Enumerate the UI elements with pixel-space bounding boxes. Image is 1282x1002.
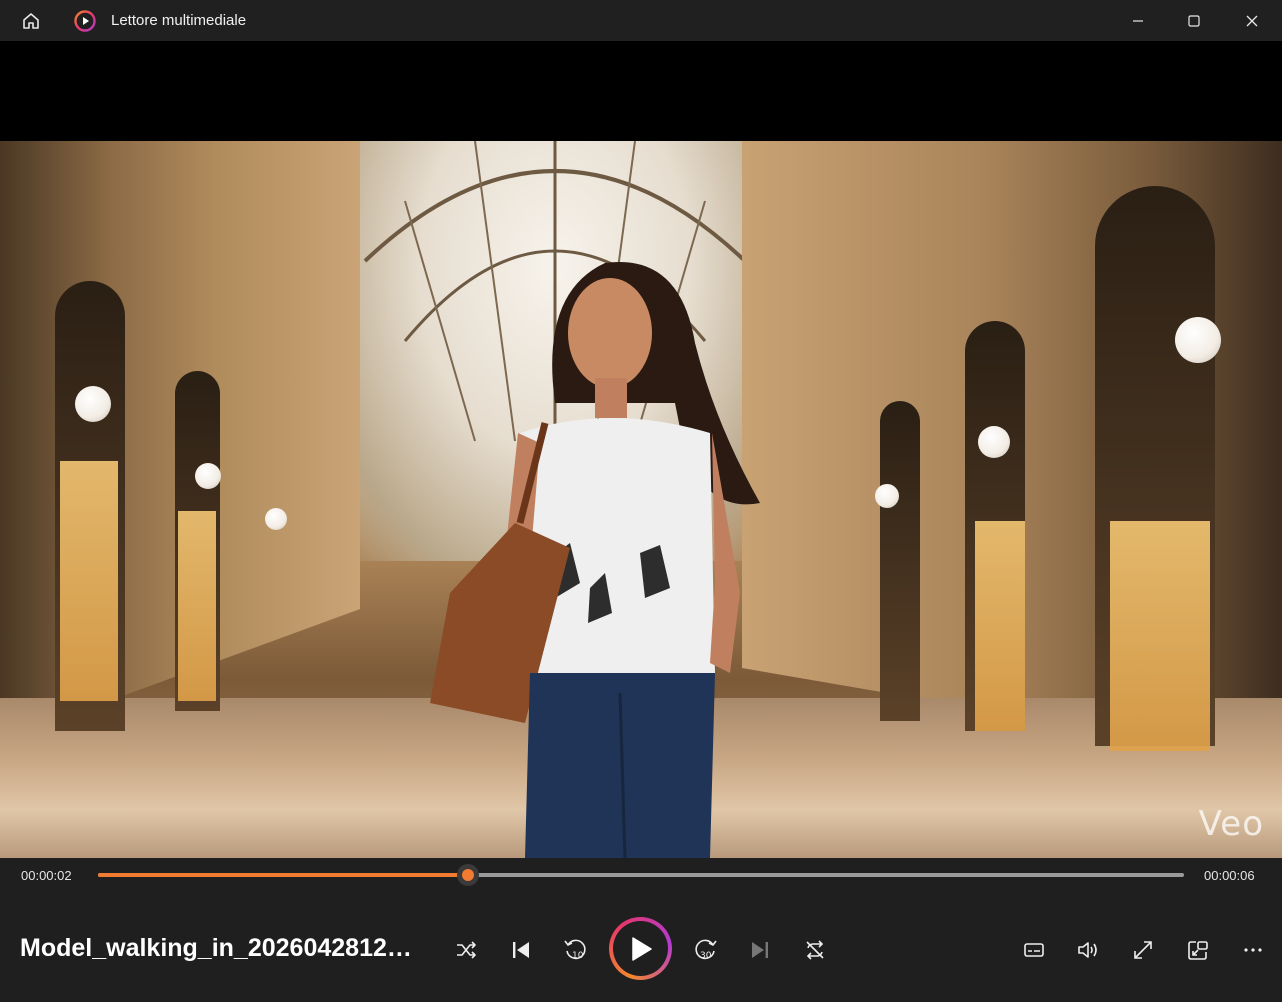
globe-lamp — [195, 463, 221, 489]
forward-label: 30 — [700, 951, 712, 961]
forward-30-button[interactable]: 30 — [687, 932, 723, 968]
window-title: Lettore multimediale — [111, 12, 247, 29]
volume-button[interactable] — [1070, 932, 1106, 968]
fullscreen-button[interactable] — [1125, 932, 1161, 968]
globe-lamp — [875, 484, 899, 508]
home-icon — [23, 13, 39, 29]
rewind-label: 10 — [572, 951, 584, 961]
globe-lamp — [265, 508, 287, 530]
file-name: Model_walking_in_202604281242... — [20, 934, 420, 962]
title-bar: Lettore multimediale — [0, 0, 1282, 41]
play-button-inner — [613, 921, 668, 976]
repeat-off-icon — [806, 940, 824, 960]
maximize-icon — [1188, 14, 1200, 27]
walking-woman — [430, 262, 760, 858]
previous-button[interactable] — [503, 932, 539, 968]
mini-player-icon — [1188, 941, 1208, 960]
volume-icon — [1078, 942, 1097, 958]
globe-lamp — [1175, 317, 1221, 363]
globe-lamp — [978, 426, 1010, 458]
home-button[interactable] — [14, 8, 48, 34]
maximize-button[interactable] — [1166, 0, 1222, 41]
subtitles-button[interactable] — [1016, 932, 1052, 968]
shuffle-button[interactable] — [448, 932, 484, 968]
video-frame: Veo — [0, 141, 1282, 858]
next-icon — [752, 942, 768, 958]
fullscreen-icon — [1134, 941, 1152, 959]
previous-icon — [513, 942, 529, 958]
shuffle-icon — [457, 941, 476, 959]
mini-player-button[interactable] — [1180, 932, 1216, 968]
forward-30-icon: 30 — [695, 939, 717, 961]
more-button[interactable] — [1235, 932, 1271, 968]
seek-bar[interactable] — [98, 864, 1184, 886]
globe-lamp — [75, 386, 111, 422]
right-arch — [880, 401, 920, 721]
right-shop-window — [1110, 521, 1210, 751]
seek-thumb[interactable] — [457, 864, 480, 886]
current-time: 00:00:02 — [21, 868, 72, 883]
duration-time: 00:00:06 — [1204, 868, 1255, 883]
repeat-button[interactable] — [797, 932, 833, 968]
play-icon — [631, 936, 652, 961]
video-area[interactable]: Veo — [0, 41, 1282, 858]
close-icon — [1246, 15, 1258, 26]
next-button[interactable] — [742, 932, 778, 968]
seek-progress — [98, 873, 469, 877]
subtitles-icon — [1024, 943, 1044, 957]
video-watermark: Veo — [1198, 804, 1264, 844]
close-button[interactable] — [1224, 0, 1280, 41]
rewind-10-icon: 10 — [564, 939, 586, 961]
playback-controls: 00:00:02 00:00:06 Model_walking_in_20260… — [0, 858, 1282, 1002]
minimize-button[interactable] — [1110, 0, 1166, 41]
left-shop-window — [60, 461, 118, 701]
right-shop-window — [975, 521, 1025, 731]
media-player-icon — [74, 10, 96, 32]
rewind-10-button[interactable]: 10 — [558, 932, 594, 968]
play-button[interactable] — [609, 917, 672, 980]
left-shop-window — [178, 511, 216, 701]
minimize-icon — [1133, 19, 1143, 22]
more-icon — [1244, 948, 1262, 952]
